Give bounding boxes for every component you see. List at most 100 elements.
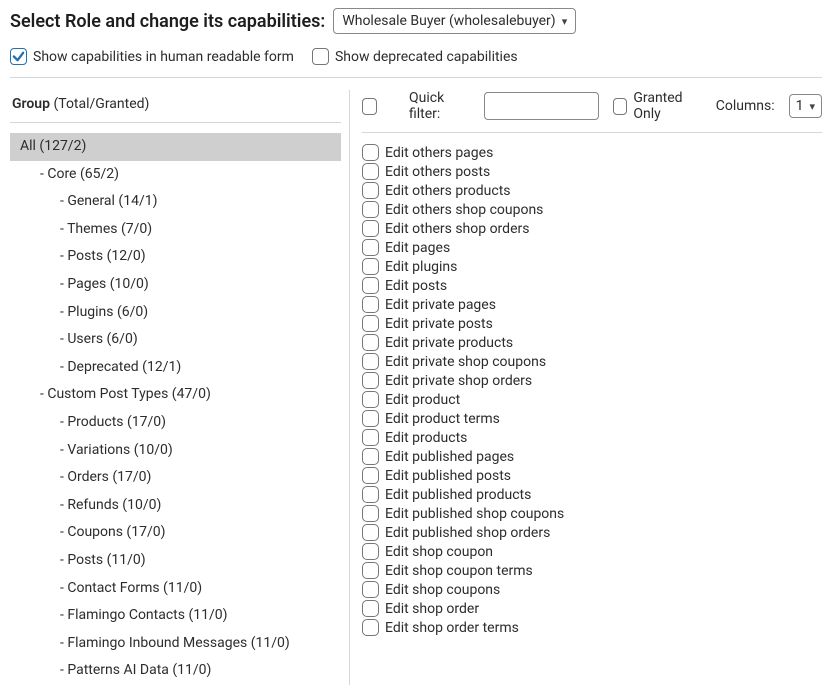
tree-item[interactable]: - Contact Forms (11/0) [10,575,341,603]
capability-checkbox[interactable] [362,239,379,256]
tree-item[interactable]: - Patterns AI Data (11/0) [10,657,341,685]
capability-checkbox[interactable] [362,296,379,313]
capability-row: Edit others posts [362,162,822,181]
capability-label: Edit others shop coupons [385,203,543,217]
capability-checkbox[interactable] [362,258,379,275]
group-tree: All (127/2) - Core (65/2) - General (14/1)… [10,133,341,685]
capability-label: Edit private posts [385,317,493,331]
capability-label: Edit published shop coupons [385,507,564,521]
capability-row: Edit shop order terms [362,618,822,637]
tree-item[interactable]: - Orders (17/0) [10,464,341,492]
tree-item-label: - Posts (12/0) [60,248,146,264]
capability-label: Edit shop coupons [385,583,500,597]
capability-checkbox[interactable] [362,220,379,237]
tree-item[interactable]: - Deprecated (12/1) [10,354,341,382]
capability-list: Edit others pagesEdit others postsEdit o… [362,143,822,637]
capability-label: Edit published products [385,488,531,502]
capability-checkbox[interactable] [362,448,379,465]
deprecated-checkbox[interactable]: Show deprecated capabilities [312,48,518,65]
tree-item-label: - Flamingo Inbound Messages (11/0) [60,635,290,651]
capability-checkbox[interactable] [362,619,379,636]
tree-item[interactable]: - Pages (10/0) [10,271,341,299]
capability-row: Edit published pages [362,447,822,466]
capability-label: Edit products [385,431,467,445]
granted-only-checkbox[interactable]: Granted Only [613,90,702,122]
tree-item-label: - Core (65/2) [40,166,119,182]
tree-item[interactable]: - Posts (11/0) [10,547,341,575]
capability-label: Edit private shop coupons [385,355,546,369]
group-header: Group (Total/Granted) [10,90,341,123]
capability-checkbox[interactable] [362,182,379,199]
capability-row: Edit shop coupon terms [362,561,822,580]
capability-row: Edit posts [362,276,822,295]
tree-item[interactable]: - Refunds (10/0) [10,492,341,520]
capability-checkbox[interactable] [362,163,379,180]
tree-item[interactable]: - Coupons (17/0) [10,519,341,547]
capability-checkbox[interactable] [362,467,379,484]
capability-checkbox[interactable] [362,144,379,161]
capability-row: Edit private products [362,333,822,352]
tree-item[interactable]: All (127/2) [10,133,341,161]
capability-checkbox[interactable] [362,505,379,522]
tree-item[interactable]: - Custom Post Types (47/0) [10,381,341,409]
tree-item[interactable]: - Variations (10/0) [10,437,341,465]
tree-item-label: - Products (17/0) [60,414,166,430]
tree-item[interactable]: - Posts (12/0) [10,243,341,271]
capability-row: Edit others shop coupons [362,200,822,219]
capability-row: Edit shop coupons [362,580,822,599]
tree-item[interactable]: - Flamingo Inbound Messages (11/0) [10,630,341,658]
tree-item[interactable]: - Core (65/2) [10,161,341,189]
capability-checkbox[interactable] [362,201,379,218]
capability-label: Edit published shop orders [385,526,550,540]
tree-item-label: - Pages (10/0) [60,276,149,292]
group-tree-pane: Group (Total/Granted) All (127/2) - Core … [10,90,350,685]
tree-item-label: - Variations (10/0) [60,442,173,458]
quick-filter-label: Quick filter: [409,90,470,122]
tree-item-label: - Posts (11/0) [60,552,146,568]
select-all-checkbox[interactable] [362,98,377,115]
capability-checkbox[interactable] [362,410,379,427]
tree-item[interactable]: - Products (17/0) [10,409,341,437]
capability-checkbox[interactable] [362,334,379,351]
tree-item-label: - Contact Forms (11/0) [60,580,202,596]
columns-select[interactable]: 1 ▾ [789,94,822,118]
capability-checkbox[interactable] [362,581,379,598]
tree-item[interactable]: - Plugins (6/0) [10,299,341,327]
capability-label: Edit others posts [385,165,490,179]
capability-label: Edit plugins [385,260,457,274]
tree-item-label: - Users (6/0) [60,331,138,347]
tree-item[interactable]: - Themes (7/0) [10,216,341,244]
tree-item-label: - Plugins (6/0) [60,304,148,320]
deprecated-label: Show deprecated capabilities [335,49,518,65]
capability-checkbox[interactable] [362,524,379,541]
capability-checkbox[interactable] [362,600,379,617]
capability-row: Edit published products [362,485,822,504]
tree-item-label: - Coupons (17/0) [60,524,165,540]
capability-row: Edit others shop orders [362,219,822,238]
capability-row: Edit plugins [362,257,822,276]
capability-row: Edit products [362,428,822,447]
capability-checkbox[interactable] [362,486,379,503]
capability-checkbox[interactable] [362,391,379,408]
capability-row: Edit pages [362,238,822,257]
capability-checkbox[interactable] [362,562,379,579]
role-select[interactable]: Wholesale Buyer (wholesalebuyer) ▾ [333,8,576,34]
main-area: Group (Total/Granted) All (127/2) - Core … [10,90,822,685]
capability-row: Edit private posts [362,314,822,333]
quick-filter-input[interactable] [484,92,599,120]
checkbox-icon [613,98,628,115]
capabilities-pane: Quick filter: Granted Only Columns: 1 ▾ … [350,90,822,637]
capability-checkbox[interactable] [362,543,379,560]
capability-checkbox[interactable] [362,353,379,370]
capability-checkbox[interactable] [362,277,379,294]
tree-item[interactable]: - Flamingo Contacts (11/0) [10,602,341,630]
human-readable-checkbox[interactable]: Show capabilities in human readable form [10,48,294,65]
granted-only-label: Granted Only [633,90,701,122]
capability-label: Edit others products [385,184,511,198]
capability-checkbox[interactable] [362,429,379,446]
capability-checkbox[interactable] [362,372,379,389]
capability-label: Edit published pages [385,450,514,464]
capability-checkbox[interactable] [362,315,379,332]
tree-item[interactable]: - General (14/1) [10,188,341,216]
tree-item[interactable]: - Users (6/0) [10,326,341,354]
